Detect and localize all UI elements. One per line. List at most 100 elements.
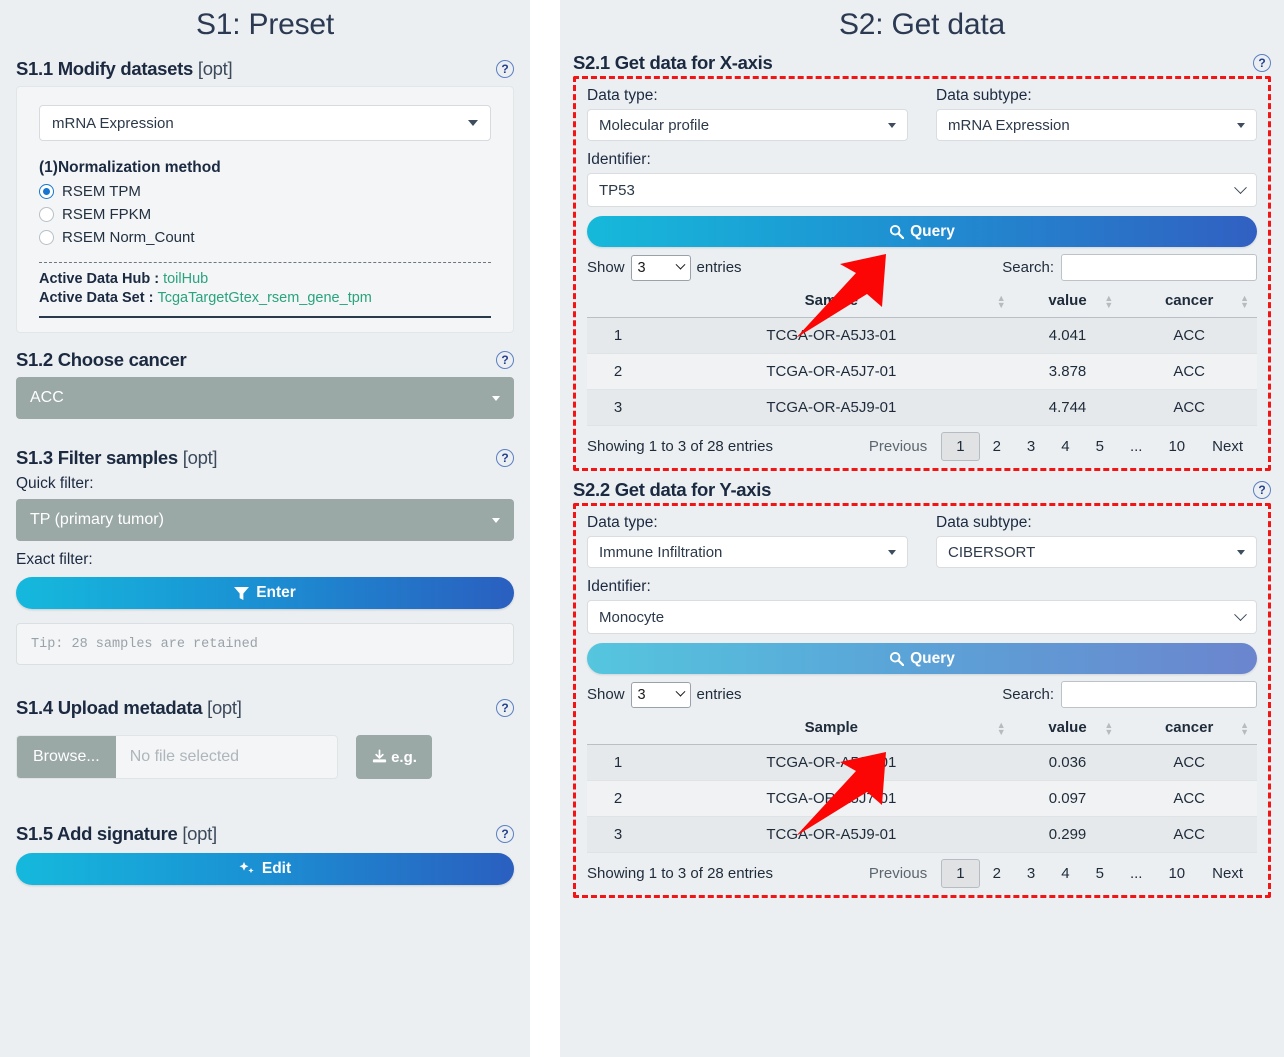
y-cell-cancer: ACC [1121,744,1257,781]
active-data-hub-value[interactable]: toilHub [163,271,208,287]
y-page-10[interactable]: 10 [1155,860,1198,887]
x-page-3[interactable]: 3 [1014,433,1048,460]
enter-button-label: Enter [256,584,296,601]
file-input-group[interactable]: Browse... No file selected [16,735,338,779]
x-data-subtype-select[interactable]: mRNA Expression [936,109,1257,141]
y-data-subtype-select[interactable]: CIBERSORT [936,536,1257,568]
active-data-hub-row: Active Data Hub : toilHub [39,271,491,287]
y-axis-selects-row: Data type: Immune Infiltration Data subt… [587,514,1257,568]
x-cell-sample: TCGA-OR-A5J7-01 [649,353,1014,390]
x-page-ellipsis[interactable]: ... [1117,433,1156,460]
y-table-header-row: Sample ▲ ▼ value ▲ ▼ cancer ▲ ▼ [587,714,1257,745]
active-data-set-value[interactable]: TcgaTargetGtex_rsem_gene_tpm [157,290,371,306]
chevron-down-icon [468,120,478,126]
y-page-previous[interactable]: Previous [855,860,941,887]
enter-button[interactable]: Enter [16,577,514,609]
table-row: 3 TCGA-OR-A5J9-01 0.299 ACC [587,816,1257,853]
x-page-previous[interactable]: Previous [855,433,941,460]
y-th-cancer[interactable]: cancer ▲ ▼ [1121,714,1257,745]
x-page-4[interactable]: 4 [1048,433,1082,460]
y-show-label: Show [587,686,625,703]
y-page-length-select[interactable]: 3 [630,681,691,708]
y-page-1[interactable]: 1 [941,859,980,888]
y-cell-cancer: ACC [1121,780,1257,817]
x-th-sample[interactable]: Sample ▲ ▼ [649,287,1014,318]
optional-tag: [opt] [202,697,242,718]
y-table-footer: Showing 1 to 3 of 28 entries Previous 1 … [587,859,1257,888]
chevron-down-icon [1237,122,1245,128]
panel-divider-gap [530,0,560,1057]
x-page-next[interactable]: Next [1198,433,1257,460]
example-download-button[interactable]: e.g. [356,735,432,779]
y-query-button[interactable]: Query [587,643,1257,674]
y-page-ellipsis[interactable]: ... [1117,860,1156,887]
y-search-input[interactable] [1061,681,1257,708]
browse-button[interactable]: Browse... [17,736,116,778]
x-page-1[interactable]: 1 [941,432,980,461]
help-icon-s1-3[interactable]: ? [496,449,514,467]
help-icon-s2-1[interactable]: ? [1253,54,1271,72]
quick-filter-select[interactable]: TP (primary tumor) [16,499,514,541]
x-table-head: Sample ▲ ▼ value ▲ ▼ cancer ▲ ▼ [587,287,1257,318]
x-query-button[interactable]: Query [587,216,1257,247]
section-title-filter-samples: S1.3 Filter samples [opt] [16,447,218,468]
x-table-body: 1 TCGA-OR-A5J3-01 4.041 ACC 2 TCGA-OR-A5… [587,317,1257,426]
section-header-s1-3: S1.3 Filter samples [opt] ? [16,447,514,469]
x-identifier-select[interactable]: TP53 [587,173,1257,207]
x-search-input[interactable] [1061,254,1257,281]
help-icon-s1-2[interactable]: ? [496,351,514,369]
y-th-sample[interactable]: Sample ▲ ▼ [649,714,1014,745]
y-data-table: Sample ▲ ▼ value ▲ ▼ cancer ▲ ▼ 1 TCGA-OR-A5J3… [587,714,1257,853]
radio-rsem-fpkm[interactable]: RSEM FPKM [39,206,491,223]
sort-icon: ▲ ▼ [1104,293,1114,310]
y-query-label: Query [910,649,955,667]
x-data-type-select[interactable]: Molecular profile [587,109,908,141]
section-header-s2-2: S2.2 Get data for Y-axis ? [573,479,1271,501]
x-page-2[interactable]: 2 [980,433,1014,460]
y-cell-value: 0.097 [1013,780,1122,817]
x-page-5[interactable]: 5 [1083,433,1117,460]
x-th-value[interactable]: value ▲ ▼ [1013,287,1122,318]
x-page-length-select[interactable]: 3 [630,254,691,281]
y-page-4[interactable]: 4 [1048,860,1082,887]
x-table-header-row: Sample ▲ ▼ value ▲ ▼ cancer ▲ ▼ [587,287,1257,318]
radio-label-rsem-norm-count: RSEM Norm_Count [62,229,195,246]
y-th-value[interactable]: value ▲ ▼ [1013,714,1122,745]
example-download-label: e.g. [391,748,417,766]
section-title-choose-cancer: S1.2 Choose cancer [16,349,187,370]
y-page-2[interactable]: 2 [980,860,1014,887]
x-th-index [587,287,649,318]
x-page-10[interactable]: 10 [1155,433,1198,460]
x-th-cancer[interactable]: cancer ▲ ▼ [1121,287,1257,318]
cancer-select[interactable]: ACC [16,377,514,419]
section-title-add-signature: S1.5 Add signature [opt] [16,823,217,844]
y-page-3[interactable]: 3 [1014,860,1048,887]
y-data-type-select[interactable]: Immune Infiltration [587,536,908,568]
edit-signature-button[interactable]: Edit [16,853,514,885]
radio-rsem-norm-count[interactable]: RSEM Norm_Count [39,229,491,246]
y-identifier-label: Identifier: [587,578,651,595]
y-data-type-field: Data type: Immune Infiltration [587,514,908,568]
y-page-next[interactable]: Next [1198,860,1257,887]
optional-tag: [opt] [193,58,233,79]
chevron-down-icon [1234,180,1247,194]
x-cell-sample: TCGA-OR-A5J9-01 [649,389,1014,426]
y-cell-sample: TCGA-OR-A5J7-01 [649,780,1014,817]
y-identifier-select[interactable]: Monocyte [587,600,1257,634]
active-data-set-row: Active Data Set : TcgaTargetGtex_rsem_ge… [39,290,491,306]
y-page-length-value: 3 [637,686,646,703]
help-icon-s1-4[interactable]: ? [496,699,514,717]
y-page-5[interactable]: 5 [1083,860,1117,887]
help-icon-s2-2[interactable]: ? [1253,481,1271,499]
get-data-panel: S2: Get data S2.1 Get data for X-axis ? … [560,0,1284,1057]
help-icon-s1-1[interactable]: ? [496,60,514,78]
panel-title-s2: S2: Get data [838,8,1006,41]
help-icon-s1-5[interactable]: ? [496,825,514,843]
x-query-label: Query [910,222,955,240]
radio-rsem-tpm[interactable]: RSEM TPM [39,183,491,200]
dataset-type-select[interactable]: mRNA Expression [39,105,491,141]
table-row: 3 TCGA-OR-A5J9-01 4.744 ACC [587,389,1257,426]
y-cell-value: 0.299 [1013,816,1122,853]
y-data-type-value: Immune Infiltration [599,543,723,561]
x-data-type-value: Molecular profile [599,116,710,134]
